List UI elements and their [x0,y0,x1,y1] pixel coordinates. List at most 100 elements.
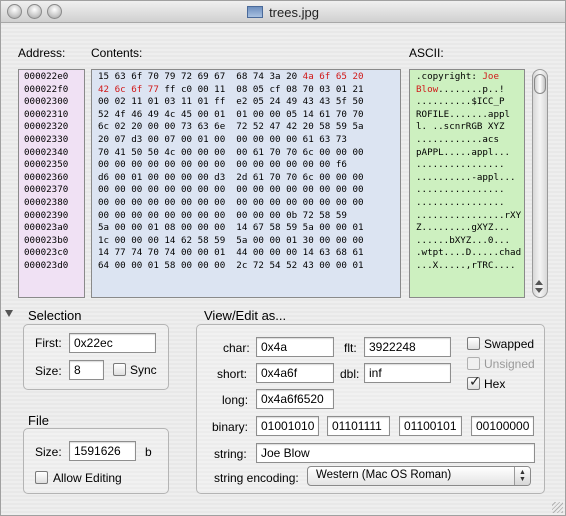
short-field[interactable]: 0x4a6f [256,363,334,383]
byte-run: l. ..scnrRGB XYZ [416,121,505,133]
hex-row: 5a 00 00 01 08 00 00 00 14 67 58 59 5a 0… [98,222,400,235]
binary-field-byte-3[interactable]: 01100101 [399,416,462,436]
allow-editing-checkbox[interactable] [35,471,48,484]
hex-row: 00 00 00 00 00 00 00 00 00 00 00 00 00 0… [98,159,400,172]
string-encoding-select[interactable]: Western (Mac OS Roman) ▲ ▼ [307,466,531,486]
byte-run: d6 00 01 00 00 00 00 d3 2d 61 70 70 6c 0… [98,171,364,183]
selection-title: Selection [28,308,82,323]
hex-row: 64 00 00 01 58 00 00 00 2c 72 54 52 43 0… [98,260,400,273]
ascii-row: Blow........p..! [416,84,524,97]
select-arrows-icon: ▲ ▼ [514,467,530,485]
byte-run: ................ [416,159,505,171]
char-field[interactable]: 0x4a [256,337,334,357]
long-field[interactable]: 0x4a6f6520 [256,389,334,409]
string-encoding-value: Western (Mac OS Roman) [316,469,452,481]
ascii-row: .copyright: Joe [416,71,524,84]
long-label: long: [222,393,249,407]
byte-run: 52 4f 46 49 4c 45 00 01 01 00 00 05 14 6… [98,108,364,120]
file-title: File [28,413,49,428]
byte-run: 00 00 00 00 00 00 00 00 00 00 00 00 00 0… [98,159,347,171]
first-field[interactable]: 0x22ec [69,333,156,353]
binary-label: binary: [212,420,249,434]
address-row: 000023d0 [24,259,69,271]
title-bar[interactable]: trees.jpg [1,1,565,23]
dbl-field[interactable]: inf [364,363,451,383]
ascii-row: ..........-appl... [416,172,524,185]
ascii-row: ................ [416,197,524,210]
binary-field-byte-2[interactable]: 01101111 [327,416,390,436]
ascii-row: ROFILE.......appl [416,109,524,122]
selection-group: First: 0x22ec Size: 8 Sync [23,324,169,390]
address-column: 000022e0 000022f0 00002300 00002310 00002320… [18,69,85,298]
scrollbar-thumb[interactable] [534,74,546,94]
ascii-pane[interactable]: .copyright: Joe Blow........p..!.........… [409,69,525,298]
byte-run: 00 00 00 00 00 00 00 00 00 00 00 0b 72 5… [98,209,347,221]
hex-row: 70 41 50 50 4c 00 00 00 00 61 70 70 6c 0… [98,147,400,160]
byte-run: 6c 02 20 00 00 73 63 6e 72 52 47 42 20 5… [98,121,364,133]
hex-contents-pane[interactable]: 15 63 6f 70 79 72 69 67 68 74 3a 20 4a 6… [91,69,401,298]
hex-row: 20 07 d3 00 07 00 01 00 00 00 00 00 61 6… [98,134,400,147]
address-row: 00002300 [24,96,69,108]
byte-run: .copyright: [416,71,483,82]
hex-row: 6c 02 20 00 00 73 63 6e 72 52 47 42 20 5… [98,121,400,134]
address-row: 00002310 [24,108,69,120]
byte-run: ..........$ICC_P [416,96,505,108]
ascii-row: ...X.....,rTRC.... [416,260,524,273]
ascii-row: ..........$ICC_P [416,96,524,109]
dbl-label: dbl: [340,367,360,381]
first-label: First: [35,336,62,350]
byte-run: ...X.....,rTRC.... [416,259,516,271]
byte-run: ................rXY [416,209,522,221]
swapped-label: Swapped [484,337,535,351]
selected-bytes: 42 6c 6f 77 [98,83,159,95]
address-row: 00002320 [24,121,69,133]
vertical-scrollbar[interactable] [532,69,548,298]
byte-run: ................ [416,184,505,196]
hex-row: 52 4f 46 49 4c 45 00 01 01 00 00 05 14 6… [98,109,400,122]
ascii-row: ................ [416,159,524,172]
hex-row: 1c 00 00 00 14 62 58 59 5a 00 00 01 30 0… [98,235,400,248]
hex-checkbox[interactable]: ✓ [467,373,481,390]
app-window: trees.jpg Address: Contents: ASCII: 0000… [0,0,566,516]
address-header: Address: [18,46,66,60]
sync-checkbox[interactable] [113,363,126,376]
flt-field[interactable]: 3922248 [364,337,451,357]
address-row: 00002360 [24,171,69,183]
binary-field-byte-1[interactable]: 01001010 [256,416,319,436]
unsigned-checkbox[interactable] [467,357,480,370]
resize-grip-icon[interactable] [552,502,563,513]
flt-label: flt: [344,341,357,355]
selection-size-field[interactable]: 8 [69,360,104,380]
byte-run: 00 00 00 00 00 00 00 00 00 00 00 00 00 0… [98,196,364,208]
checkmark-icon: ✓ [469,373,481,389]
file-size-unit: b [145,445,152,459]
hex-row: 00 00 00 00 00 00 00 00 00 00 00 00 00 0… [98,197,400,210]
byte-run: 15 63 6f 70 79 72 69 67 68 74 3a 20 [98,71,303,82]
allow-editing-label: Allow Editing [53,471,122,485]
hex-row: 42 6c 6f 77 ff c0 00 11 08 05 cf 08 70 0… [98,84,400,97]
ascii-row: ................rXY [416,210,524,223]
selected-bytes: 4a 6f 65 20 [302,71,364,82]
byte-run: ................ [416,196,505,208]
byte-run: Z.........gXYZ... [416,222,511,234]
byte-run: 5a 00 00 01 08 00 00 00 14 67 58 59 5a 0… [98,222,364,234]
file-size-field[interactable]: 1591626 [69,441,136,461]
address-row: 000023a0 [24,222,69,234]
address-row: 00002340 [24,146,69,158]
hex-row: 14 77 74 70 74 00 00 01 44 00 00 00 14 6… [98,247,400,260]
swapped-checkbox[interactable] [467,337,480,350]
string-field[interactable]: Joe Blow [256,443,535,463]
selected-bytes: Blow [416,83,439,95]
address-row: 000023c0 [24,247,69,259]
collapse-triangle-icon[interactable] [5,310,13,317]
scroll-up-arrow-icon[interactable] [535,280,543,285]
sync-label: Sync [130,363,157,377]
byte-run: 14 77 74 70 74 00 00 01 44 00 00 00 14 6… [98,247,364,259]
ascii-row: ......bXYZ...0... [416,235,524,248]
binary-field-byte-4[interactable]: 00100000 [471,416,534,436]
size-label: Size: [35,364,62,378]
hex-row: 00 00 00 00 00 00 00 00 00 00 00 0b 72 5… [98,210,400,223]
selected-bytes: Joe [482,71,499,82]
short-label: short: [217,367,248,381]
scroll-down-arrow-icon[interactable] [535,288,543,293]
